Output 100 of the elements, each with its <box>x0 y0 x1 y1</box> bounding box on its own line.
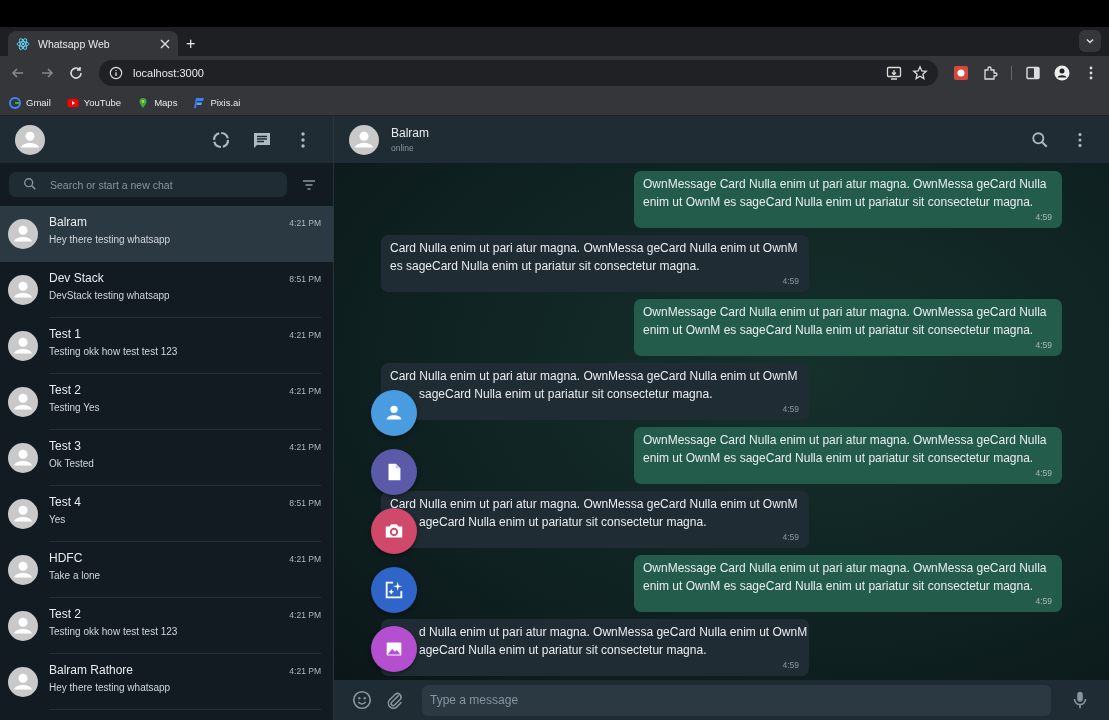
chat-list-item[interactable]: HDFC 4:21 PM Take a lone <box>0 542 333 598</box>
message-time: 4:59 <box>1035 211 1052 223</box>
last-message: DevStack testing whatsapp <box>49 289 171 301</box>
message-time: 4:59 <box>782 659 799 671</box>
f-logo-icon <box>193 96 206 109</box>
message-text: enim ut OwnM es sageCard Nulla enim ut pariatur sit consectetur magna. <box>643 578 1034 595</box>
message-text: enim ut OwnM es sageCard Nulla enim ut pariatur sit consectetur magna. <box>643 194 1034 211</box>
message-text: OwnMessage Card Nulla enim ut pari atur magna. OwnMessa geCard Nulla <box>643 560 1047 577</box>
chat-time: 4:21 PM <box>289 329 321 340</box>
chat-list-item[interactable]: Test 2 4:21 PM Testing okk how test test 123 <box>0 598 333 654</box>
avatar[interactable] <box>349 124 379 155</box>
avatar <box>8 387 38 417</box>
chat-list-item[interactable]: Balram 4:21 PM Hey there testing whatsapp <box>0 206 333 262</box>
chat-list-item[interactable]: Dev Stack 8:51 PM DevStack testing whatsapp <box>0 262 333 318</box>
message-text: Card Nulla enim ut pari atur magna. OwnMessa geCard Nulla enim ut OwnM <box>390 368 798 385</box>
message-text: enim ut OwnM es sageCard Nulla enim ut pariatur sit consectetur magna. <box>643 322 1034 339</box>
last-message: Yes <box>49 513 67 525</box>
message-time: 4:59 <box>782 531 799 543</box>
contact-name: Test 2 <box>49 606 81 621</box>
bookmark[interactable]: YouTube <box>66 96 122 109</box>
gallery-attach-button[interactable] <box>371 626 417 672</box>
search-field[interactable]: Search or start a new chat <box>9 172 287 197</box>
chat-time: 4:21 PM <box>289 385 321 396</box>
chat-time: 8:51 PM <box>289 273 321 284</box>
message-text: OwnMessage Card Nulla enim ut pari atur magna. OwnMessa geCard Nulla <box>643 304 1047 321</box>
message-text: sageCard Nulla enim ut pariatur sit consectetur magna. <box>418 386 713 403</box>
tab-search-button[interactable] <box>1079 30 1101 52</box>
chat-list-item[interactable]: Balram Rathore 4:21 PM Hey there testing whatsapp <box>0 654 333 710</box>
message-time: 4:59 <box>782 275 799 287</box>
document-attach-button[interactable] <box>371 449 417 495</box>
message-time: 4:59 <box>782 403 799 415</box>
camera-attach-button[interactable] <box>371 508 417 554</box>
contact-status: online <box>391 143 415 153</box>
contact-attach-button[interactable] <box>371 390 417 436</box>
close-icon[interactable] <box>160 38 170 49</box>
sticker-attach-button[interactable] <box>371 567 417 613</box>
contact-name: Dev Stack <box>49 270 104 285</box>
chat-time: 8:51 PM <box>289 497 321 508</box>
bookmark[interactable]: Maps <box>137 96 178 109</box>
avatar <box>8 331 38 361</box>
avatar <box>8 667 38 697</box>
chat-time: 4:21 PM <box>289 553 321 564</box>
message-text: OwnMessage Card Nulla enim ut pari atur magna. OwnMessa geCard Nulla <box>643 176 1047 193</box>
message-text: Card Nulla enim ut pari atur magna. OwnMessa geCard Nulla enim ut OwnM <box>390 240 798 257</box>
last-message: Hey there testing whatsapp <box>49 233 172 245</box>
avatar <box>8 555 38 585</box>
message-text: enim ut OwnM es sageCard Nulla enim ut pariatur sit consectetur magna. <box>643 450 1034 467</box>
sparkle-image-icon <box>383 579 405 601</box>
search-icon[interactable] <box>1031 130 1049 149</box>
info-icon <box>109 66 123 80</box>
chat-time: 4:21 PM <box>289 441 321 452</box>
bookmark[interactable]: Pixis.ai <box>193 96 241 109</box>
chat-list-item[interactable]: Test 2 4:21 PM Testing Yes <box>0 374 333 430</box>
contact-name: Balram <box>49 214 87 229</box>
contact-name: Test 2 <box>49 382 81 397</box>
last-message: Hey there testing whatsapp <box>49 681 172 693</box>
last-message: Testing okk how test test 123 <box>49 625 179 637</box>
contact-name: Test 4 <box>49 494 81 509</box>
avatar[interactable] <box>15 124 45 155</box>
avatar <box>8 611 38 641</box>
chat-time: 4:21 PM <box>289 217 321 228</box>
contact-name: Test 3 <box>49 438 81 453</box>
contact-name: Balram <box>391 126 429 140</box>
last-message: Ok Tested <box>49 457 95 469</box>
search-icon <box>23 177 37 191</box>
avatar <box>8 443 38 473</box>
play-logo-icon <box>66 96 79 109</box>
avatar <box>8 219 38 249</box>
message-input[interactable]: Type a message <box>422 684 1051 716</box>
chat-time: 4:21 PM <box>289 665 321 676</box>
g-logo-icon <box>9 96 21 109</box>
last-message: Take a lone <box>49 569 102 581</box>
message-text: ageCard Nulla enim ut pariatur sit consectetur magna. <box>418 514 707 531</box>
new-tab-button[interactable]: + <box>178 31 204 56</box>
browser-tab[interactable]: Whatsapp Web <box>8 31 178 56</box>
message-text: ageCard Nulla enim ut pariatur sit consectetur magna. <box>418 642 707 659</box>
last-message: Testing Yes <box>49 401 101 413</box>
last-message: Testing okk how test test 123 <box>49 345 179 357</box>
avatar <box>8 275 38 305</box>
message-text: es sageCard Nulla enim ut pariatur sit consectetur magna. <box>390 258 700 275</box>
message-text: d Nulla enim ut pari atur magna. OwnMessa geCard Nulla enim ut OwnM <box>418 624 808 641</box>
star-icon[interactable] <box>912 65 928 81</box>
avatar <box>8 499 38 529</box>
chat-list-item[interactable]: Test 3 4:21 PM Ok Tested <box>0 430 333 486</box>
emoji-icon[interactable] <box>351 689 373 711</box>
reload-icon[interactable] <box>68 65 84 81</box>
install-icon[interactable] <box>886 65 902 81</box>
message-text: OwnMessage Card Nulla enim ut pari atur magna. OwnMessa geCard Nulla <box>643 432 1047 449</box>
message-text: Card Nulla enim ut pari atur magna. OwnMessa geCard Nulla enim ut OwnM <box>390 496 798 513</box>
address-bar[interactable]: localhost:3000 <box>99 60 938 86</box>
bookmark[interactable]: Gmail <box>9 96 51 109</box>
puzzle-icon[interactable] <box>982 65 998 81</box>
message-time: 4:59 <box>1035 595 1052 607</box>
contact-name: HDFC <box>49 550 83 565</box>
profile-icon[interactable] <box>1054 65 1070 81</box>
chat-list-item[interactable]: Test 4 8:51 PM Yes <box>0 486 333 542</box>
side-panel-icon[interactable] <box>1025 65 1041 81</box>
chat-list-item[interactable]: Test 1 4:21 PM Testing okk how test test 123 <box>0 318 333 374</box>
atom-icon <box>16 36 30 51</box>
contact-name: Test 1 <box>49 326 81 341</box>
